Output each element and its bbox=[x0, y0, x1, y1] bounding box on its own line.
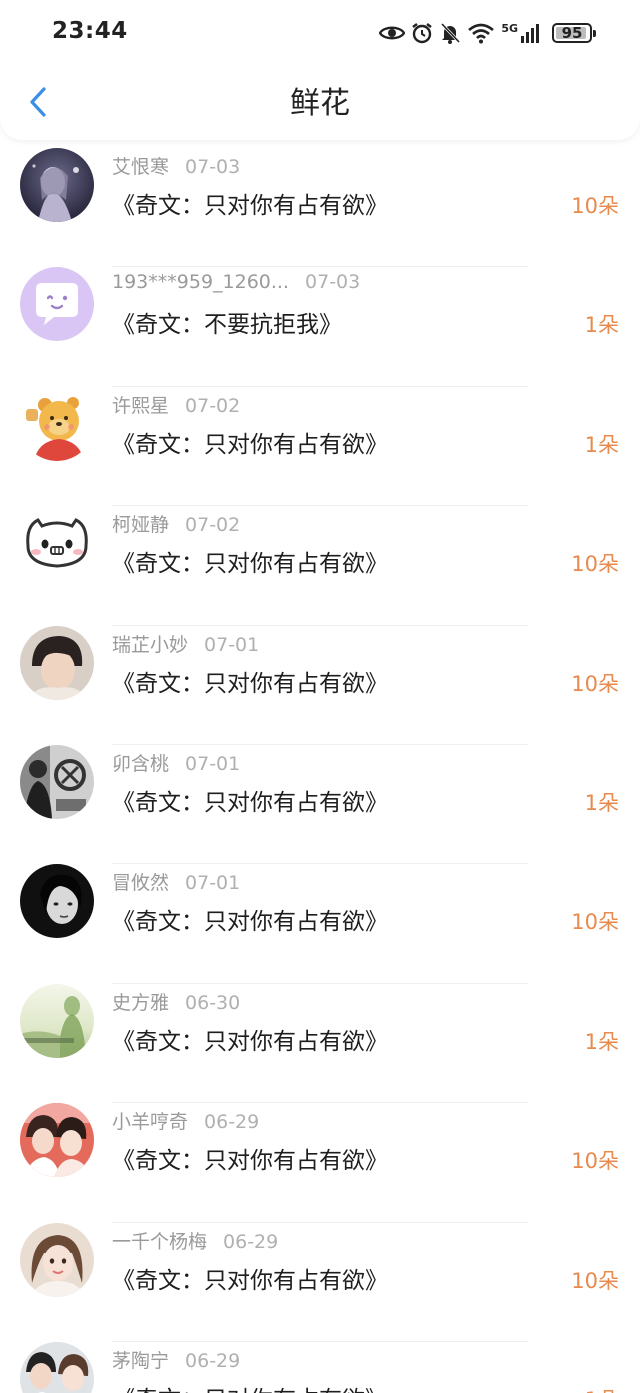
alarm-icon bbox=[412, 23, 433, 44]
sender-line: 许熙星 07-02 bbox=[112, 391, 240, 418]
gift-date: 07-01 bbox=[204, 633, 260, 656]
sender-line: 冒攸然 07-01 bbox=[112, 868, 240, 895]
list-item[interactable]: 冒攸然 07-01 《奇文：只对你有占有欲》 10朵 bbox=[0, 864, 640, 985]
notifications-off-icon bbox=[441, 22, 461, 44]
gift-date: 07-03 bbox=[305, 271, 361, 294]
book-title: 《奇文：只对你有占有欲》 bbox=[112, 193, 388, 219]
sender-name: 柯娅静 bbox=[112, 514, 170, 537]
book-title: 《奇文：只对你有占有欲》 bbox=[112, 1148, 388, 1175]
status-bar: 23:44 5G 95 bbox=[0, 0, 640, 66]
flower-count: 10朵 bbox=[571, 1149, 619, 1174]
book-title: 《奇文：只对你有占有欲》 bbox=[112, 551, 388, 578]
list-item[interactable]: 茅陶宁 06-29 《奇文：只对你有占有欲》 1朵 bbox=[0, 1341, 640, 1393]
flowers-screen: 23:44 5G 95 鲜花 艾恨寒 07-03 《奇文：只对你有占有欲》 10… bbox=[0, 0, 640, 1393]
eye-icon bbox=[379, 26, 406, 40]
avatar bbox=[20, 1341, 94, 1393]
flower-count: 1朵 bbox=[585, 1384, 619, 1393]
sender-name: 卯含桃 bbox=[112, 752, 170, 775]
avatar bbox=[20, 983, 94, 1058]
gift-date: 06-29 bbox=[204, 1111, 260, 1134]
sender-line: 瑞芷小妙 07-01 bbox=[112, 630, 259, 657]
gift-date: 06-30 bbox=[185, 991, 241, 1014]
wifi-icon bbox=[468, 23, 495, 44]
network-type: 5G bbox=[501, 21, 518, 35]
flower-count: 10朵 bbox=[571, 910, 619, 935]
sender-line: 柯娅静 07-02 bbox=[112, 510, 240, 537]
sender-name: 小羊哼奇 bbox=[112, 1111, 189, 1134]
flower-count: 10朵 bbox=[571, 671, 619, 696]
list-item[interactable]: 小羊哼奇 06-29 《奇文：只对你有占有欲》 10朵 bbox=[0, 1103, 640, 1223]
avatar bbox=[20, 1103, 94, 1178]
flower-count: 1朵 bbox=[584, 432, 619, 457]
battery-icon: 95 bbox=[552, 23, 596, 43]
flower-gift-list: 艾恨寒 07-03 《奇文：只对你有占有欲》 10朵 193***959_1260… bbox=[0, 148, 640, 1393]
avatar bbox=[20, 506, 94, 581]
header-bar: 鲜花 bbox=[0, 66, 640, 140]
list-item[interactable]: 柯娅静 07-02 《奇文：只对你有占有欲》 10朵 bbox=[0, 506, 640, 626]
avatar bbox=[20, 744, 94, 819]
list-item[interactable]: 许熙星 07-02 《奇文：只对你有占有欲》 1朵 bbox=[0, 386, 640, 507]
avatar bbox=[20, 267, 94, 342]
sender-line: 一千个杨梅 06-29 bbox=[112, 1227, 278, 1254]
book-title: 《奇文：不要抗拒我》 bbox=[112, 312, 342, 339]
gift-date: 06-29 bbox=[223, 1230, 279, 1253]
avatar bbox=[20, 1222, 94, 1297]
avatar bbox=[20, 864, 94, 939]
avatar bbox=[20, 386, 94, 461]
list-item[interactable]: 史方雅 06-30 《奇文：只对你有占有欲》 1朵 bbox=[0, 983, 640, 1104]
battery-percent: 95 bbox=[561, 24, 583, 42]
sender-line: 卯含桃 07-01 bbox=[112, 749, 240, 776]
book-title: 《奇文：只对你有占有欲》 bbox=[112, 909, 388, 936]
sender-name: 瑞芷小妙 bbox=[112, 633, 189, 656]
flower-count: 10朵 bbox=[571, 552, 619, 577]
avatar bbox=[20, 148, 94, 222]
sender-line: 茅陶宁 06-29 bbox=[112, 1346, 240, 1373]
sender-name: 许熙星 bbox=[112, 394, 170, 417]
book-title: 《奇文：只对你有占有欲》 bbox=[112, 670, 388, 697]
status-time: 23:44 bbox=[52, 18, 128, 44]
book-title: 《奇文：只对你有占有欲》 bbox=[112, 1267, 388, 1294]
sender-name: 冒攸然 bbox=[112, 872, 170, 895]
list-item[interactable]: 瑞芷小妙 07-01 《奇文：只对你有占有欲》 10朵 bbox=[0, 625, 640, 746]
sender-line: 史方雅 06-30 bbox=[112, 988, 240, 1015]
list-item[interactable]: 卯含桃 07-01 《奇文：只对你有占有欲》 1朵 bbox=[0, 744, 640, 865]
gift-date: 07-01 bbox=[185, 872, 241, 895]
gift-date: 06-29 bbox=[185, 1349, 241, 1372]
list-item[interactable]: 艾恨寒 07-03 《奇文：只对你有占有欲》 10朵 bbox=[0, 148, 640, 268]
flower-count: 1朵 bbox=[584, 790, 619, 815]
gift-date: 07-03 bbox=[185, 156, 241, 178]
flower-count: 10朵 bbox=[571, 1268, 619, 1293]
avatar bbox=[20, 625, 94, 700]
flower-count: 1朵 bbox=[584, 1029, 619, 1054]
sender-name: 艾恨寒 bbox=[112, 156, 170, 178]
list-item[interactable]: 193***959_1260... 07-03 《奇文：不要抗拒我》 1朵 bbox=[0, 267, 640, 388]
book-title: 《奇文：只对你有占有欲》 bbox=[112, 1380, 388, 1393]
flower-count: 1朵 bbox=[584, 313, 619, 338]
gift-date: 07-02 bbox=[185, 394, 241, 417]
book-title: 《奇文：只对你有占有欲》 bbox=[112, 431, 388, 458]
sender-line: 小羊哼奇 06-29 bbox=[112, 1107, 259, 1134]
page-title: 鲜花 bbox=[290, 86, 350, 121]
book-title: 《奇文：只对你有占有欲》 bbox=[112, 789, 388, 816]
signal-icon bbox=[521, 24, 539, 43]
sender-name: 一千个杨梅 bbox=[112, 1230, 208, 1253]
book-title: 《奇文：只对你有占有欲》 bbox=[112, 1028, 388, 1055]
flower-count: 10朵 bbox=[571, 194, 619, 218]
gift-date: 07-01 bbox=[185, 752, 241, 775]
status-icons: 5G 95 bbox=[379, 20, 596, 46]
gift-date: 07-02 bbox=[185, 514, 241, 537]
sender-line: 193***959_1260... 07-03 bbox=[112, 271, 360, 293]
sender-name: 193***959_1260... bbox=[112, 271, 290, 294]
list-item[interactable]: 一千个杨梅 06-29 《奇文：只对你有占有欲》 10朵 bbox=[0, 1222, 640, 1343]
sender-line: 艾恨寒 07-03 bbox=[112, 152, 240, 179]
sender-name: 史方雅 bbox=[112, 991, 170, 1014]
sender-name: 茅陶宁 bbox=[112, 1349, 170, 1372]
